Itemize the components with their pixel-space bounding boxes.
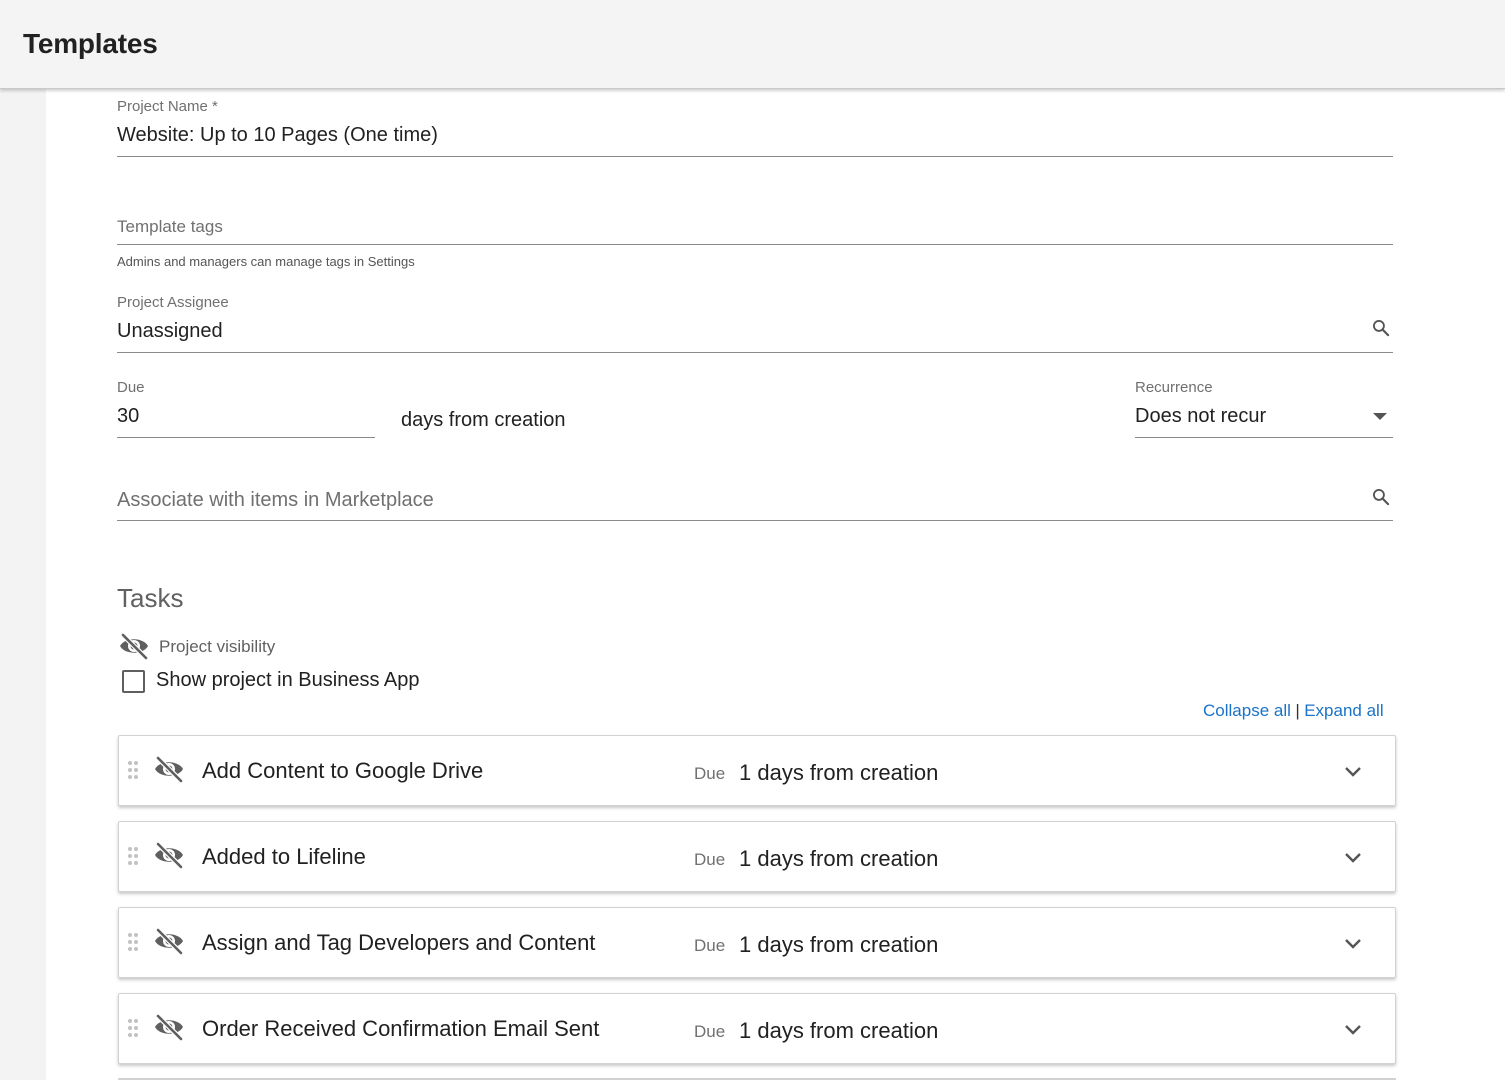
task-card[interactable]: Added to Lifeline Due 1 days from creati…	[118, 821, 1396, 892]
task-due-label: Due	[694, 936, 726, 955]
eye-off-icon[interactable]	[153, 927, 185, 960]
drag-handle-icon[interactable]	[127, 760, 139, 785]
task-name: Add Content to Google Drive	[202, 758, 484, 783]
show-in-app-checkbox[interactable]	[122, 670, 145, 693]
search-icon[interactable]	[1371, 318, 1391, 338]
task-due-value: 1 days from creation	[739, 760, 939, 785]
project-assignee-label: Project Assignee	[117, 294, 229, 311]
project-name-input[interactable]: Website: Up to 10 Pages (One time)	[117, 124, 438, 147]
due-underline	[117, 437, 375, 438]
template-tags-input[interactable]: Template tags	[117, 217, 223, 237]
eye-off-icon[interactable]	[153, 1013, 185, 1046]
eye-off-icon[interactable]	[153, 755, 185, 788]
due-label: Due	[117, 379, 145, 396]
chevron-down-icon[interactable]	[1344, 765, 1362, 783]
recurrence-select[interactable]: Does not recur	[1135, 405, 1266, 428]
project-name-underline	[117, 156, 1393, 157]
task-name: Assign and Tag Developers and Content	[202, 930, 596, 955]
link-separator: |	[1295, 701, 1300, 720]
project-assignee-underline	[117, 352, 1393, 353]
task-due-label: Due	[694, 850, 726, 869]
template-tags-helper: Admins and managers can manage tags in S…	[117, 254, 415, 269]
drag-handle-icon[interactable]	[127, 846, 139, 871]
drag-handle-icon[interactable]	[127, 932, 139, 957]
project-name-label: Project Name *	[117, 98, 218, 115]
task-due-label: Due	[694, 1022, 726, 1041]
task-due-label: Due	[694, 764, 726, 783]
expand-all-link[interactable]: Expand all	[1304, 701, 1383, 720]
dropdown-arrow-icon[interactable]	[1371, 411, 1389, 421]
app-header: Templates	[0, 0, 1505, 89]
task-card[interactable]: Assign and Tag Developers and Content Du…	[118, 907, 1396, 978]
search-icon[interactable]	[1371, 487, 1391, 507]
page-title: Templates	[23, 28, 158, 59]
project-visibility-label: Project visibility	[159, 637, 276, 656]
tasks-heading: Tasks	[117, 583, 184, 613]
show-in-app-label: Show project in Business App	[156, 669, 420, 691]
collapse-all-link[interactable]: Collapse all	[1203, 701, 1291, 720]
task-due-value: 1 days from creation	[739, 932, 939, 957]
task-due-value: 1 days from creation	[739, 846, 939, 871]
eye-off-icon[interactable]	[118, 632, 150, 660]
marketplace-underline	[117, 520, 1393, 521]
collapse-expand-links: Collapse all | Expand all	[1203, 701, 1384, 721]
project-assignee-input[interactable]: Unassigned	[117, 320, 223, 343]
due-suffix: days from creation	[401, 409, 566, 431]
chevron-down-icon[interactable]	[1344, 851, 1362, 869]
recurrence-underline	[1135, 437, 1393, 438]
template-tags-underline	[117, 244, 1393, 245]
task-name: Order Received Confirmation Email Sent	[202, 1016, 600, 1041]
template-form-panel: Project Name * Website: Up to 10 Pages (…	[46, 89, 1505, 1080]
eye-off-icon[interactable]	[153, 841, 185, 874]
due-days-input[interactable]: 30	[117, 405, 139, 428]
recurrence-label: Recurrence	[1135, 379, 1213, 396]
task-card[interactable]: Order Received Confirmation Email Sent D…	[118, 993, 1396, 1064]
chevron-down-icon[interactable]	[1344, 1023, 1362, 1041]
task-due-value: 1 days from creation	[739, 1018, 939, 1043]
task-name: Added to Lifeline	[202, 844, 366, 869]
drag-handle-icon[interactable]	[127, 1018, 139, 1043]
chevron-down-icon[interactable]	[1344, 937, 1362, 955]
task-card[interactable]: Add Content to Google Drive Due 1 days f…	[118, 735, 1396, 806]
marketplace-search-input[interactable]: Associate with items in Marketplace	[117, 489, 434, 512]
